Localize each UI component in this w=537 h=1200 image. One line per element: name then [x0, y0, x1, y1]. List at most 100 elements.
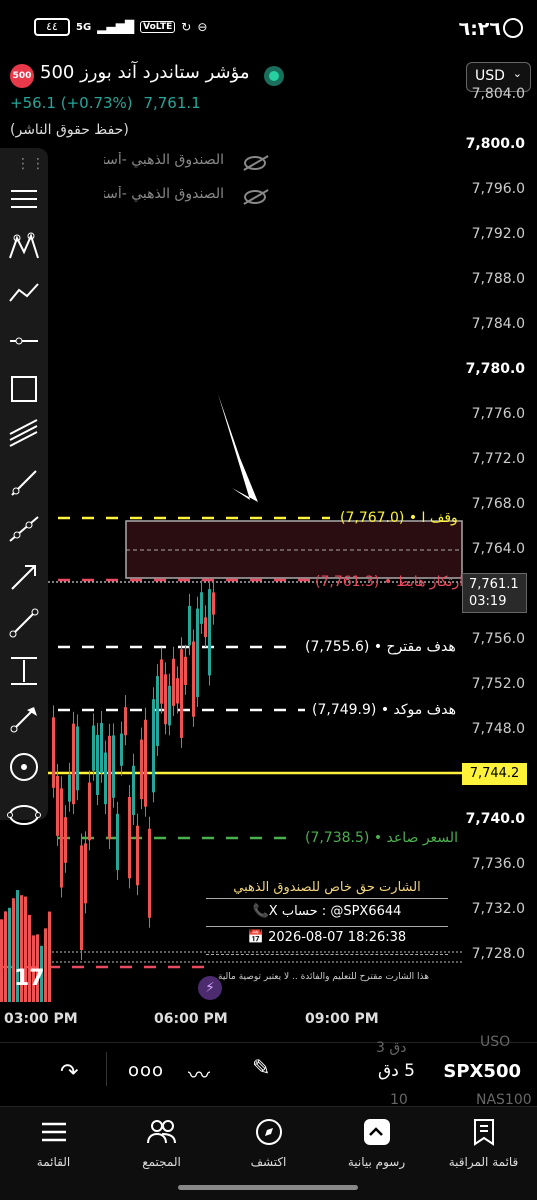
- symbol-badge[interactable]: 500: [10, 64, 34, 88]
- arrow-icon[interactable]: [7, 560, 41, 594]
- nav-charts[interactable]: رسوم بيانية: [323, 1115, 430, 1169]
- symbol-title[interactable]: مؤشر ستاندرد آند بورز 500: [40, 62, 260, 83]
- currency-label: USD: [475, 68, 505, 84]
- compass-icon: [215, 1115, 322, 1149]
- pivot-level-label: ارتكاز هابط • (7,761.3): [315, 574, 464, 590]
- candle: [48, 911, 51, 1002]
- price-scale-label: 7,804.0: [471, 86, 525, 102]
- ghost-symbol: USO: [480, 1034, 511, 1050]
- price-scale-label: 7,756.0: [471, 631, 525, 647]
- dnd-icon: ⊖: [197, 20, 208, 34]
- time-label: 09:00 PM: [305, 1011, 379, 1027]
- nav-label: قائمة المراقبة: [448, 1155, 519, 1169]
- divider: [206, 926, 448, 927]
- nav-community[interactable]: المجتمع: [108, 1115, 215, 1169]
- battery-icon: ٤٤: [34, 18, 70, 36]
- menu-lines-icon[interactable]: [7, 182, 41, 216]
- arrow-marker-icon[interactable]: [7, 702, 41, 736]
- community-icon: [108, 1115, 215, 1149]
- status-time: ٦:٢٦: [458, 18, 501, 40]
- drawing-toolbar: ⋮⋮: [0, 148, 48, 825]
- sync-icon: ↻: [181, 20, 192, 34]
- nav-explore[interactable]: اكتشف: [215, 1115, 322, 1169]
- watermark-box: الشارت حق خاص للصندوق الذهبي 📞X حساب : @…: [200, 874, 454, 964]
- current-price-tag: 7,761.1 03:19: [462, 573, 527, 613]
- menu-icon: [0, 1115, 107, 1149]
- stop-level-label: وقف ا • (7,767.0): [340, 510, 458, 526]
- candle: [8, 907, 11, 1002]
- price-scale-label: 7,784.0: [471, 316, 525, 332]
- watermark-note: هذا الشارت مقترح للتعليم والفائدة .. لا …: [218, 972, 429, 982]
- divider: [0, 1042, 537, 1043]
- trend-lines-icon[interactable]: 〰: [188, 1058, 210, 1090]
- grip-handle-icon[interactable]: ⋮⋮: [16, 156, 46, 172]
- ray-icon[interactable]: [7, 512, 41, 546]
- home-indicator[interactable]: [178, 1185, 358, 1190]
- trend-icon[interactable]: [7, 276, 41, 310]
- ghost-interval: 3 دق: [376, 1040, 407, 1056]
- price-scale-label: 7,800.0: [465, 136, 525, 152]
- price-scale-label: 7,732.0: [471, 901, 525, 917]
- divider: [106, 1052, 107, 1086]
- price-scale-label: 7,752.0: [471, 676, 525, 692]
- yellow-price-tag: 7,744.2: [462, 763, 527, 785]
- status-icons: ٤٤ 5G ▂▄▆█ VoLTE ↻ ⊖: [34, 18, 207, 36]
- price-scale-label: 7,780.0: [465, 361, 525, 377]
- nav-label: القائمة: [36, 1155, 71, 1169]
- time-label: 06:00 PM: [154, 1011, 228, 1027]
- network-label: 5G: [76, 21, 92, 33]
- price-scale-label: 7,740.0: [465, 811, 525, 827]
- fib-channel-icon[interactable]: [7, 418, 41, 452]
- interval-label[interactable]: 5 دق: [378, 1061, 415, 1081]
- price-scale-label: 7,736.0: [471, 856, 525, 872]
- bottom-nav: قائمة المراقبة رسوم بيانية اكتشف المجتمع…: [0, 1106, 537, 1200]
- pencil-icon[interactable]: ✎: [252, 1056, 270, 1081]
- price-scale-label: 7,796.0: [471, 181, 525, 197]
- bookmark-list-icon: [430, 1115, 537, 1149]
- symbol-label[interactable]: SPX500: [443, 1061, 521, 1082]
- status-bar: ٤٤ 5G ▂▄▆█ VoLTE ↻ ⊖ ٦:٢٦: [0, 0, 537, 60]
- price-scale-label: 7,792.0: [471, 226, 525, 242]
- tradingview-logo: 17: [14, 966, 45, 991]
- candle: [0, 919, 3, 1002]
- target-confirmed-label: هدف موكد • (7,749.9): [312, 702, 456, 718]
- segment-icon[interactable]: [7, 606, 41, 640]
- price-scale-label: 7,764.0: [471, 541, 525, 557]
- market-status-icon: [264, 66, 284, 86]
- measure-icon[interactable]: [7, 654, 41, 688]
- more-icon[interactable]: ooo: [128, 1060, 164, 1081]
- countdown: 03:19: [469, 594, 507, 609]
- whatsapp-icon: [503, 18, 523, 38]
- divider: [206, 898, 448, 899]
- horizontal-line-icon[interactable]: [7, 324, 41, 358]
- time-label: 03:00 PM: [4, 1011, 78, 1027]
- volte-badge: VoLTE: [140, 21, 176, 33]
- pointer-arrow-icon: [218, 394, 258, 502]
- nav-watchlist[interactable]: قائمة المراقبة: [430, 1115, 537, 1169]
- price-scale-label: 7,772.0: [471, 451, 525, 467]
- target-suggested-label: هدف مقترح • (7,755.6): [305, 639, 456, 655]
- rising-level-label: السعر صاعد • (7,738.5): [305, 830, 458, 846]
- circle-target-icon[interactable]: [7, 750, 41, 784]
- price-scale-label: 7,768.0: [471, 496, 525, 512]
- watermark-datetime: 📅 2026-08-07 18:26:38: [200, 930, 454, 945]
- signal-icon: ▂▄▆█: [97, 20, 135, 34]
- rectangle-icon[interactable]: [7, 372, 41, 406]
- chart-icon: [323, 1115, 430, 1149]
- price-scale-label: 7,776.0: [471, 406, 525, 422]
- chevron-down-icon: ⌄: [512, 67, 522, 80]
- watermark-account: 📞X حساب : @SPX6644: [252, 904, 402, 919]
- calendar-icon: 📅: [247, 930, 264, 945]
- datetime-value: 2026-08-07 18:26:38: [268, 930, 407, 945]
- redo-icon[interactable]: ↷: [60, 1060, 78, 1085]
- watermark-title: الشارت حق خاص للصندوق الذهبي: [233, 880, 421, 895]
- divider: [206, 954, 448, 955]
- price-scale-label: 7,748.0: [471, 721, 525, 737]
- nav-label: اكتشف: [250, 1155, 287, 1169]
- pattern-icon[interactable]: [7, 230, 41, 264]
- nav-menu[interactable]: القائمة: [0, 1115, 107, 1169]
- line-icon[interactable]: [7, 466, 41, 500]
- price-scale-label: 7,788.0: [471, 271, 525, 287]
- ellipse-icon[interactable]: [7, 798, 41, 832]
- nav-label: رسوم بيانية: [347, 1155, 406, 1169]
